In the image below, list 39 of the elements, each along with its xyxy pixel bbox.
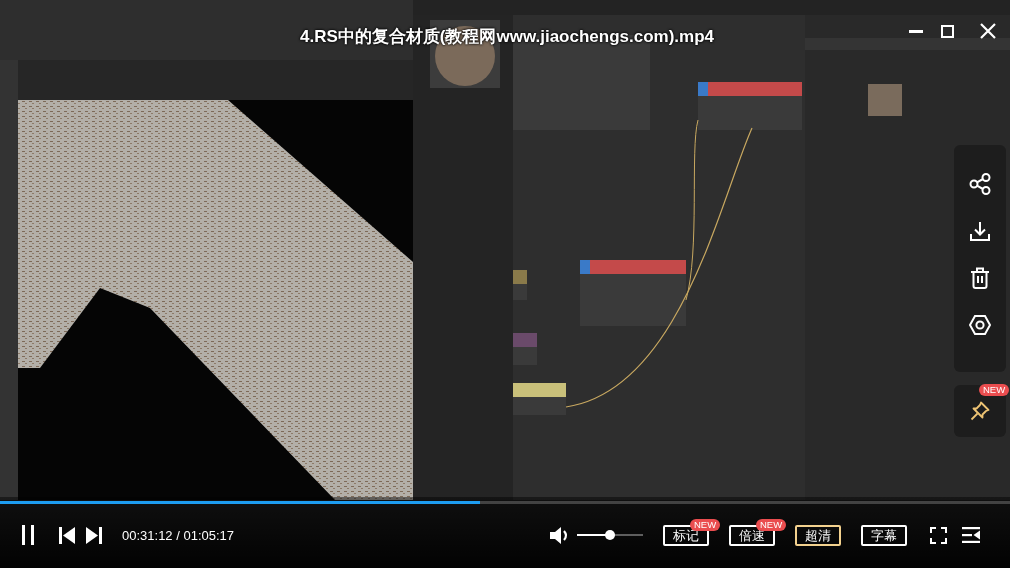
share-button[interactable] <box>969 173 991 195</box>
slider-thumb[interactable] <box>605 530 615 540</box>
settings-button[interactable] <box>969 315 991 335</box>
maximize-button[interactable] <box>941 24 954 38</box>
new-badge: NEW <box>979 384 1010 396</box>
skip-back-icon <box>59 526 75 544</box>
fullscreen-button[interactable] <box>930 526 947 544</box>
skip-forward-icon <box>86 526 102 544</box>
speaker-icon <box>550 526 570 544</box>
minimize-icon <box>909 29 923 33</box>
playback-time: 00:31:12 / 01:05:17 <box>122 527 235 543</box>
settings-icon <box>969 315 991 335</box>
fullscreen-icon <box>930 526 947 544</box>
next-button[interactable] <box>86 526 102 544</box>
graph-node <box>513 383 566 415</box>
graph-node <box>513 333 537 365</box>
playlist-button[interactable] <box>962 527 980 543</box>
texture-thumbnail <box>868 84 902 116</box>
trash-icon <box>970 267 990 289</box>
download-button[interactable] <box>970 221 990 241</box>
previous-button[interactable] <box>59 526 75 544</box>
video-title: 4.RS中的复合材质(教程网www.jiaochengs.com).mp4 <box>300 26 715 48</box>
new-badge: NEW <box>756 518 787 531</box>
progress-bar-track[interactable] <box>0 501 1010 504</box>
minimize-button[interactable] <box>909 29 923 33</box>
maximize-icon <box>941 24 954 38</box>
player-option-button[interactable]: 字幕 <box>861 524 907 546</box>
delete-button[interactable] <box>970 267 990 289</box>
pin-button[interactable] <box>970 401 990 421</box>
pushpin-icon <box>970 401 990 421</box>
playlist-icon <box>962 527 980 543</box>
close-button[interactable] <box>980 23 996 39</box>
volume-button[interactable] <box>550 526 570 544</box>
download-icon <box>970 221 990 241</box>
share-icon <box>969 173 991 195</box>
player-option-button[interactable]: 超清 <box>795 524 841 546</box>
close-icon <box>980 23 996 39</box>
new-badge: NEW <box>690 518 721 531</box>
graph-node <box>513 270 527 300</box>
